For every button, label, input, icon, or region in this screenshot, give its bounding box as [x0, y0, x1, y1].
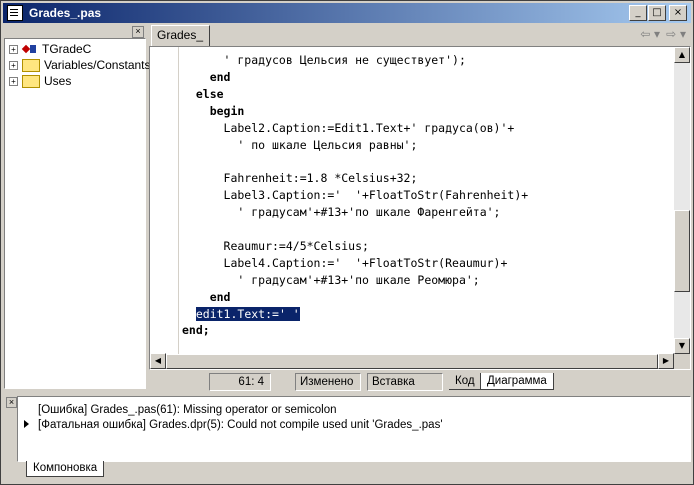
- tree-item-label: TGradeC: [42, 42, 92, 56]
- vertical-scroll-thumb[interactable]: [674, 210, 690, 292]
- scroll-down-icon[interactable]: ▼: [674, 338, 690, 354]
- window-title: Grades_.pas: [29, 6, 102, 20]
- expand-icon[interactable]: +: [9, 44, 18, 54]
- tab-grades[interactable]: Grades_: [151, 25, 210, 47]
- folder-icon: [22, 58, 40, 72]
- tree-item-variables[interactable]: + Variables/Constants: [9, 57, 151, 73]
- back-arrow-icon[interactable]: ⇦ ▾: [640, 27, 660, 41]
- close-icon[interactable]: ×: [6, 397, 17, 408]
- scroll-left-icon[interactable]: ◀: [150, 353, 166, 369]
- editor-gutter: [150, 47, 179, 354]
- cursor-position: 61: 4: [209, 373, 271, 391]
- editor-status-bar: 61: 4 Изменено Вставка Код Диаграмма: [149, 373, 690, 391]
- expand-icon[interactable]: +: [9, 76, 18, 86]
- code-line[interactable]: Label3.Caption:=' '+FloatToStr(Fahrenhei…: [182, 187, 529, 203]
- scroll-corner: [674, 354, 690, 369]
- code-line[interactable]: end;: [182, 322, 210, 338]
- tree-item-label: Variables/Constants: [44, 58, 151, 72]
- scroll-right-icon[interactable]: ▶: [658, 353, 674, 369]
- ide-window: Grades_.pas _ □ × × + TGradeC + Variable…: [0, 0, 694, 485]
- code-line[interactable]: begin: [182, 103, 245, 119]
- editor-tab-bar: Grades_ ⇦ ▾ ⇨ ▾: [149, 25, 690, 47]
- code-line[interactable]: edit1.Text:=' ': [182, 305, 301, 322]
- code-line[interactable]: ' градусам'+#13+'по шкале Фаренгейта';: [182, 204, 500, 220]
- message-list: [Ошибка] Grades_.pas(61): Missing operat…: [17, 396, 691, 462]
- close-icon[interactable]: ×: [132, 26, 144, 38]
- document-icon: [7, 5, 23, 21]
- class-icon: [22, 43, 38, 55]
- tree-item-tgradec[interactable]: + TGradeC: [9, 41, 91, 57]
- explorer-tree: + TGradeC + Variables/Constants + Uses: [4, 38, 151, 389]
- horizontal-scrollbar[interactable]: ◀ ▶: [150, 353, 674, 369]
- scroll-up-icon[interactable]: ▲: [674, 47, 690, 63]
- code-line[interactable]: ' градусов Цельсия не существует');: [182, 52, 466, 68]
- code-line[interactable]: ' градусам'+#13+'по шкале Реомюра';: [182, 272, 479, 288]
- title-bar: Grades_.pas _ □ ×: [3, 3, 691, 23]
- code-line[interactable]: Label2.Caption:=Edit1.Text+' градуса(ов)…: [182, 120, 515, 136]
- tab-layout[interactable]: Компоновка: [26, 461, 105, 477]
- tree-item-uses[interactable]: + Uses: [9, 73, 71, 89]
- vertical-scrollbar[interactable]: ▲ ▼: [674, 47, 690, 354]
- code-explorer: × + TGradeC + Variables/Constants + Uses: [4, 26, 151, 389]
- tree-item-label: Uses: [44, 74, 72, 88]
- code-line[interactable]: Label4.Caption:=' '+FloatToStr(Reaumur)+: [182, 255, 508, 271]
- window-controls: _ □ ×: [628, 5, 687, 21]
- code-line[interactable]: Reaumur:=4/5*Celsius;: [182, 238, 369, 254]
- insert-mode-status: Вставка: [367, 373, 443, 391]
- messages-panel: × [Ошибка] Grades_.pas(61): Missing oper…: [4, 395, 692, 481]
- horizontal-scroll-thumb[interactable]: [166, 354, 658, 369]
- message-item[interactable]: [Ошибка] Grades_.pas(61): Missing operat…: [38, 403, 337, 417]
- pointer-arrow-icon: [24, 420, 29, 428]
- expand-icon[interactable]: +: [9, 60, 18, 70]
- forward-arrow-icon[interactable]: ⇨ ▾: [666, 27, 686, 41]
- modified-status: Изменено: [295, 373, 361, 391]
- code-line[interactable]: ' по шкале Цельсия равны';: [182, 137, 417, 153]
- tab-code[interactable]: Код: [449, 373, 481, 390]
- code-line[interactable]: end: [182, 289, 231, 305]
- code-line[interactable]: else: [182, 86, 224, 102]
- minimize-button[interactable]: _: [629, 5, 647, 21]
- code-editor[interactable]: ' градусов Цельсия не существует'); end …: [149, 46, 691, 370]
- maximize-button[interactable]: □: [648, 5, 666, 21]
- tab-diagram[interactable]: Диаграмма: [480, 373, 554, 390]
- message-item[interactable]: [Фатальная ошибка] Grades.dpr(5): Could …: [38, 418, 443, 432]
- code-line[interactable]: Fahrenheit:=1.8 *Celsius+32;: [182, 170, 418, 186]
- code-line[interactable]: end: [182, 69, 231, 85]
- nav-arrows: ⇦ ▾ ⇨ ▾: [640, 27, 686, 41]
- close-button[interactable]: ×: [669, 5, 687, 21]
- folder-icon: [22, 74, 40, 88]
